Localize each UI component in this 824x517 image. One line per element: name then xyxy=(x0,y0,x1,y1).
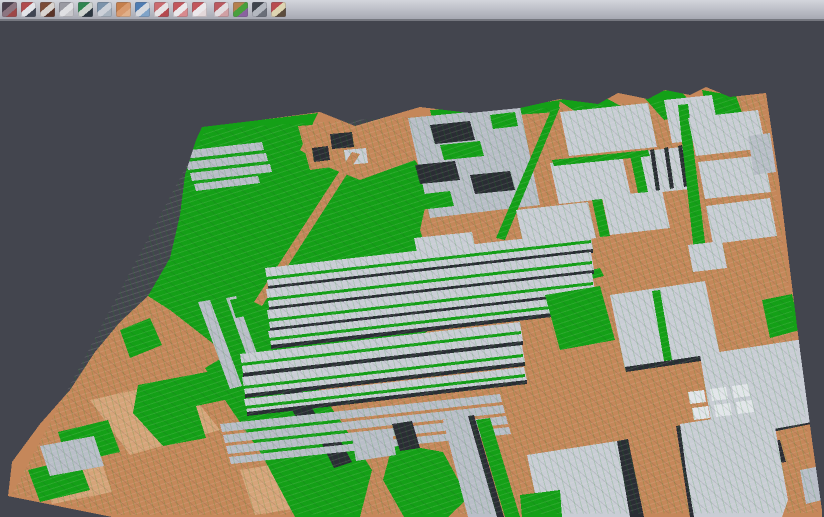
vegetation-class-icon[interactable] xyxy=(78,2,93,17)
point-cloud-scene[interactable] xyxy=(0,21,824,517)
block-trees xyxy=(490,112,518,129)
toolbar xyxy=(0,0,824,21)
small-block xyxy=(714,403,732,417)
rotate-view-icon[interactable] xyxy=(135,2,150,17)
building-roof xyxy=(560,103,657,156)
annotation-icon[interactable] xyxy=(271,2,286,17)
clearing-roof-dark xyxy=(312,146,330,162)
center-target-icon[interactable] xyxy=(173,2,188,17)
small-block xyxy=(692,406,710,420)
small-block xyxy=(732,384,750,398)
small-block xyxy=(688,390,706,404)
building-roof xyxy=(688,241,727,272)
block-shadow xyxy=(470,171,515,194)
block-shadow xyxy=(415,161,460,184)
block-shadow xyxy=(430,121,475,144)
clearing-roof-dark xyxy=(330,132,354,149)
point-density-icon[interactable] xyxy=(59,2,74,17)
toolbar-icon-strip xyxy=(0,0,824,19)
small-block xyxy=(710,387,728,401)
big-roof xyxy=(680,410,788,517)
terrain-icon[interactable] xyxy=(40,2,55,17)
classification-view-icon[interactable] xyxy=(233,2,248,17)
open-file-icon[interactable] xyxy=(2,2,17,17)
sphere-render-icon[interactable] xyxy=(252,2,267,17)
select-region-icon[interactable] xyxy=(192,2,207,17)
building-roof xyxy=(602,190,670,235)
building-roof xyxy=(706,198,777,244)
fit-view-icon[interactable] xyxy=(21,2,36,17)
3d-viewport[interactable] xyxy=(0,21,824,517)
grid-selection-icon[interactable] xyxy=(214,2,229,17)
profile-tool-icon[interactable] xyxy=(97,2,112,17)
layer-list-icon[interactable] xyxy=(154,2,169,17)
ground-class-icon[interactable] xyxy=(116,2,131,17)
application-window xyxy=(0,0,824,517)
small-block xyxy=(736,400,754,414)
